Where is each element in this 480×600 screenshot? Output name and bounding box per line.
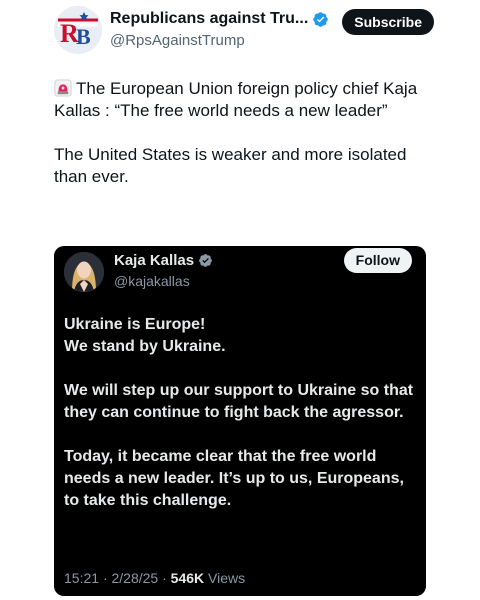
post-text: The European Union foreign policy chief … (54, 78, 434, 210)
quoted-author-name[interactable]: Kaja Kallas (114, 252, 194, 269)
quoted-author-avatar[interactable] (64, 252, 104, 292)
post-header: R B Republicans against Tru... @RpsAgain… (54, 6, 434, 54)
svg-text:B: B (76, 24, 91, 49)
quoted-author-handle[interactable]: @kajakallas (114, 273, 190, 289)
author-avatar[interactable]: R B (54, 6, 102, 54)
post-time[interactable]: 15:21 (64, 570, 99, 586)
author-name[interactable]: Republicans against Tru... (110, 10, 308, 28)
post-paragraph-1-text: The European Union foreign policy chief … (54, 79, 418, 120)
author-name-row: Republicans against Tru... (110, 10, 329, 28)
siren-emoji-icon (54, 79, 72, 97)
follow-button[interactable]: Follow (343, 248, 412, 273)
meta-separator: · (162, 570, 167, 586)
quoted-paragraph-1: Ukraine is Europe! We stand by Ukraine. (64, 314, 414, 358)
author-handle[interactable]: @RpsAgainstTrump (110, 32, 245, 49)
quoted-paragraph-3: Today, it became clear that the free wor… (64, 448, 404, 509)
quoted-author-name-row: Kaja Kallas (114, 252, 213, 269)
post-paragraph-2: The United States is weaker and more iso… (54, 145, 407, 186)
views-count[interactable]: 546K (171, 570, 204, 586)
meta-separator: · (102, 570, 108, 586)
views-label: Views (208, 570, 246, 586)
quoted-post-text: Ukraine is Europe! We stand by Ukraine. … (64, 314, 414, 534)
quoted-paragraph-2: We will step up our support to Ukraine s… (64, 382, 414, 421)
post-date[interactable]: 2/28/25 (112, 570, 159, 586)
quoted-verified-badge-icon (199, 254, 212, 267)
quoted-line-2: We stand by Ukraine. (64, 338, 226, 355)
subscribe-button[interactable]: Subscribe (342, 9, 434, 35)
verified-badge-icon (313, 11, 329, 27)
quoted-post-card[interactable]: Kaja Kallas @kajakallas Follow Ukraine i… (54, 246, 426, 596)
post-paragraph-1: The European Union foreign policy chief … (54, 78, 434, 122)
quoted-avatar-photo (64, 252, 104, 292)
rb-logo: R B (54, 6, 102, 54)
quoted-post-meta: 15:21 · 2/28/25 · 546K Views (64, 570, 245, 586)
quoted-line-1: Ukraine is Europe! (64, 316, 206, 333)
